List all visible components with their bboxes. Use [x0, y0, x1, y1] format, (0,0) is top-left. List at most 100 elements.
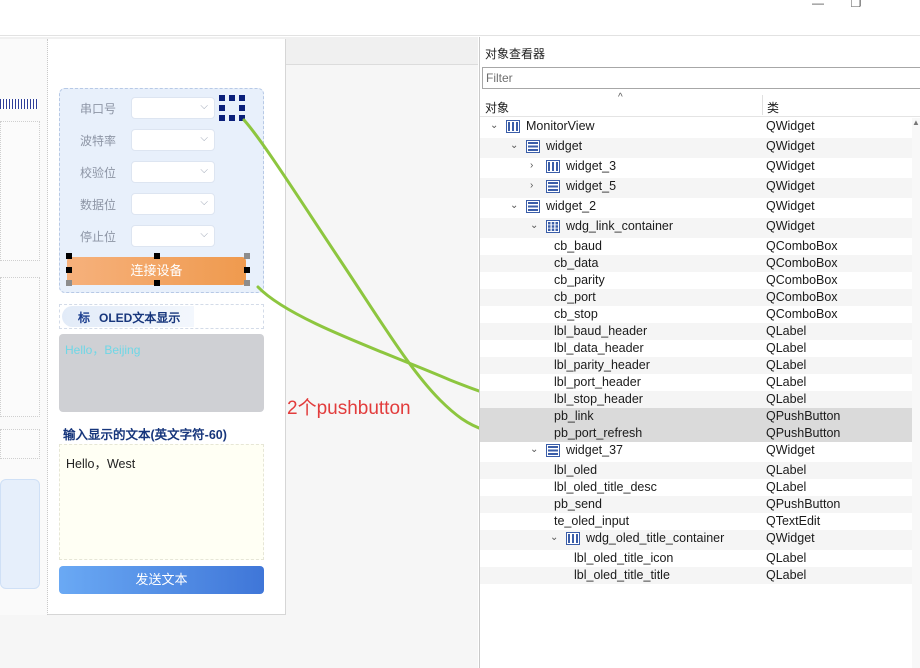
tree-row[interactable]: lbl_baud_header QLabel [480, 323, 912, 340]
tree-row[interactable]: ⌄ MonitorView QWidget [480, 118, 912, 138]
lbl-oled-title-title: OLED文本显示 [99, 311, 181, 325]
field-row-stop: 停止位 ⌵ [60, 225, 265, 247]
tree-row[interactable]: lbl_stop_header QLabel [480, 391, 912, 408]
maximize-button[interactable]: ❐ [833, 0, 879, 10]
tree-row[interactable]: lbl_parity_header QLabel [480, 357, 912, 374]
lbl-port-header: 串口号 [80, 102, 117, 116]
cb-parity[interactable]: ⌵ [131, 161, 215, 183]
tree-header: ^ 对象 类 [480, 92, 920, 117]
tree-row-class: QLabel [766, 324, 807, 338]
chevron-down-icon: ⌵ [200, 133, 208, 144]
chevron-down-icon: ⌵ [200, 229, 208, 240]
tree-row[interactable]: te_oled_input QTextEdit [480, 513, 912, 530]
tree-row[interactable]: lbl_data_header QLabel [480, 340, 912, 357]
selection-handle [66, 267, 72, 273]
tree-row-class: QLabel [766, 463, 807, 477]
tree-row-name: lbl_oled_title_icon [574, 551, 674, 565]
sort-ascending-icon[interactable]: ^ [618, 92, 623, 103]
selection-handle [239, 115, 245, 121]
cb-data[interactable]: ⌵ [131, 193, 215, 215]
tree-row-name: lbl_oled [554, 463, 598, 477]
tree-row-name: cb_baud [554, 239, 602, 253]
tree-row[interactable]: › widget_5 QWidget [480, 178, 912, 198]
chevron-right-icon[interactable]: › [530, 160, 533, 171]
tree-row-name: widget_2 [546, 199, 597, 213]
tree-row[interactable]: lbl_oled_title_icon QLabel [480, 550, 912, 567]
tree-row[interactable]: ⌄ widget QWidget [480, 138, 912, 158]
tree-row-name: lbl_parity_header [554, 358, 650, 372]
hbox-icon [506, 120, 520, 133]
chevron-down-icon: ⌵ [200, 197, 208, 208]
selection-handle [244, 253, 250, 259]
tree-row-class: QWidget [766, 199, 815, 213]
tree-row[interactable]: pb_link QPushButton [480, 408, 912, 425]
tree-row[interactable]: lbl_oled_title_desc QLabel [480, 479, 912, 496]
tree-row[interactable]: ⌄ wdg_oled_title_container QWidget [480, 530, 912, 550]
tree-row-name: lbl_port_header [554, 375, 641, 389]
tree-row-name: lbl_oled_title_desc [554, 480, 657, 494]
vbox-icon [526, 140, 540, 153]
left-widget-box[interactable] [0, 479, 40, 589]
tree-row[interactable]: cb_data QComboBox [480, 255, 912, 272]
cb-baud[interactable]: ⌵ [131, 129, 215, 151]
tree-row[interactable]: cb_port QComboBox [480, 289, 912, 306]
column-header-object[interactable]: 对象 [485, 99, 509, 116]
te-oled-input[interactable]: Hello，West [59, 444, 264, 560]
cb-stop[interactable]: ⌵ [131, 225, 215, 247]
chevron-down-icon[interactable]: ⌄ [550, 532, 558, 543]
left-panel-fragment [0, 39, 48, 615]
filter-input[interactable]: Filter [482, 67, 920, 89]
tree-row-name: cb_parity [554, 273, 605, 287]
tree-row[interactable]: cb_parity QComboBox [480, 272, 912, 289]
tree-row-class: QComboBox [766, 239, 838, 253]
tree-row-class: QComboBox [766, 256, 838, 270]
cb-port[interactable]: ⌵ [131, 97, 215, 119]
tree-row-class: QWidget [766, 443, 815, 457]
selection-handle [244, 267, 250, 273]
chevron-down-icon[interactable]: ⌄ [490, 120, 498, 131]
selection-handle [219, 115, 225, 121]
column-header-class[interactable]: 类 [767, 99, 779, 116]
tree-row[interactable]: lbl_port_header QLabel [480, 374, 912, 391]
tree-row-name: widget_3 [566, 159, 617, 173]
scroll-up-icon[interactable]: ▲ [912, 118, 920, 127]
left-widget-box[interactable] [0, 121, 40, 261]
chevron-down-icon[interactable]: ⌄ [510, 140, 518, 151]
chevron-right-icon[interactable]: › [530, 180, 533, 191]
wdg-link-container[interactable]: 串口号 ⌵ 波特率 ⌵ 校验位 ⌵ 数据位 ⌵ 停止位 ⌵ 连接设备 [59, 88, 264, 293]
tree-scrollbar[interactable]: ▲ [912, 118, 920, 668]
pb-port-refresh[interactable] [219, 95, 245, 121]
vbox-icon [546, 180, 560, 193]
chevron-down-icon[interactable]: ⌄ [530, 444, 538, 455]
vbox-icon [546, 444, 560, 457]
tree-row[interactable]: ⌄ widget_37 QWidget [480, 442, 912, 462]
left-widget-box[interactable] [0, 429, 40, 459]
left-widget-box[interactable] [0, 277, 40, 417]
column-divider[interactable] [762, 95, 763, 115]
field-row-data: 数据位 ⌵ [60, 193, 265, 215]
tree-row-name: pb_port_refresh [554, 426, 643, 440]
tree-row[interactable]: lbl_oled QLabel [480, 462, 912, 479]
tree-row[interactable]: cb_baud QComboBox [480, 238, 912, 255]
tree-row-name: MonitorView [526, 119, 595, 133]
chevron-down-icon[interactable]: ⌄ [530, 220, 538, 231]
tree-row[interactable]: pb_port_refresh QPushButton [480, 425, 912, 442]
tree-row-class: QWidget [766, 179, 815, 193]
wdg-oled-title-container[interactable]: 标 OLED文本显示 [59, 304, 264, 329]
chevron-down-icon[interactable]: ⌄ [510, 200, 518, 211]
window-title-bar: — ❐ [0, 0, 920, 36]
tree-row-class: QWidget [766, 219, 815, 233]
tree-row-class: QComboBox [766, 273, 838, 287]
tree-row[interactable]: cb_stop QComboBox [480, 306, 912, 323]
tree-row[interactable]: › widget_3 QWidget [480, 158, 912, 178]
tree-row-class: QLabel [766, 568, 807, 582]
tree-row[interactable]: ⌄ widget_2 QWidget [480, 198, 912, 218]
lbl-oled-title-desc: 输入显示的文本(英文字符-60) [63, 428, 227, 442]
annotation-label: 2个pushbutton [287, 398, 411, 419]
tree-row[interactable]: lbl_oled_title_title QLabel [480, 567, 912, 584]
tree-row[interactable]: pb_send QPushButton [480, 496, 912, 513]
tree-row-name: lbl_baud_header [554, 324, 648, 338]
selection-handle [66, 253, 72, 259]
pb-send-button[interactable]: 发送文本 [59, 566, 264, 594]
tree-row[interactable]: ⌄ wdg_link_container QWidget [480, 218, 912, 238]
